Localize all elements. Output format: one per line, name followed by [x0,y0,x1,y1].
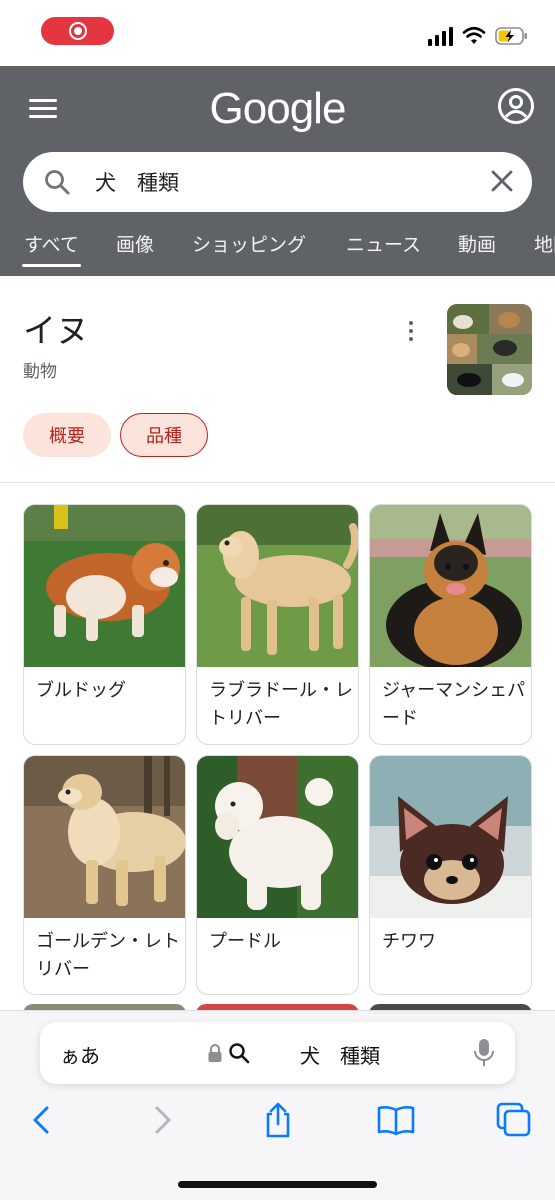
text-size-button[interactable]: ぁあ [60,1040,100,1069]
search-icon[interactable] [43,168,71,196]
breed-card-chihuahua[interactable]: チワワ [369,755,532,995]
labrador-image [197,505,358,667]
search-box [23,152,532,212]
chihuahua-image [370,756,531,918]
golden-retriever-image [24,756,185,918]
tab-all[interactable]: すべて [22,230,81,267]
breed-card-golden-retriever[interactable]: ゴールデン・レトリバー [23,755,186,995]
google-logo[interactable]: Google [0,84,555,134]
tabs-icon[interactable] [494,1100,534,1140]
share-icon[interactable] [258,1100,298,1140]
tab-maps[interactable]: 地図 [534,230,555,257]
microphone-icon[interactable] [473,1038,495,1068]
knowledge-panel-subtitle: 動物 [23,362,57,382]
chip-breeds[interactable]: 品種 [120,413,208,457]
breed-card-labrador[interactable]: ラブラドール・レトリバー [196,504,359,745]
forward-icon[interactable] [142,1100,182,1140]
status-bar [0,0,555,66]
tab-news[interactable]: ニュース [346,230,421,257]
chip-overview[interactable]: 概要 [23,413,111,457]
bulldog-image [24,505,185,667]
breed-name: プードル [209,931,281,952]
safari-address-bar[interactable]: ぁあ 犬 種類 [40,1022,515,1084]
bookmarks-icon[interactable] [376,1100,416,1140]
breed-card-poodle[interactable]: プードル [196,755,359,995]
search-icon [229,1043,250,1064]
german-shepherd-image [370,505,531,667]
divider [0,482,555,483]
breed-name: チワワ [382,931,436,952]
wifi-icon [462,26,486,44]
home-indicator [178,1181,377,1188]
search-tabs: すべて 画像 ショッピング ニュース 動画 地図 [0,216,555,276]
breed-name: ブルドッグ [36,680,126,701]
tab-videos[interactable]: 動画 [458,230,496,257]
breed-name: ジャーマンシェパード [382,680,526,729]
battery-charging-icon [495,27,527,45]
breed-card-german-shepherd[interactable]: ジャーマンシェパード [369,504,532,745]
poodle-image [197,756,358,918]
search-input[interactable] [95,162,475,202]
address-text: 犬 種類 [300,1044,380,1068]
back-icon[interactable] [22,1100,62,1140]
screen-recording-indicator[interactable] [41,17,114,45]
lock-icon [208,1044,222,1062]
dog-collage-thumbnail[interactable] [447,304,532,395]
google-header: Google すべて 画像 ショッピング ニュース 動画 地図 [0,66,555,276]
breed-name: ゴールデン・レトリバー [36,931,180,980]
close-icon[interactable] [490,169,514,193]
breed-name: ラブラドール・レトリバー [209,680,353,729]
account-circle-icon[interactable] [497,87,535,125]
tab-images[interactable]: 画像 [116,230,154,257]
more-options-icon[interactable] [403,318,419,344]
knowledge-panel-title: イヌ [23,311,89,350]
breed-card-bulldog[interactable]: ブルドッグ [23,504,186,745]
signal-icon [428,26,453,46]
tab-shopping[interactable]: ショッピング [192,230,306,257]
